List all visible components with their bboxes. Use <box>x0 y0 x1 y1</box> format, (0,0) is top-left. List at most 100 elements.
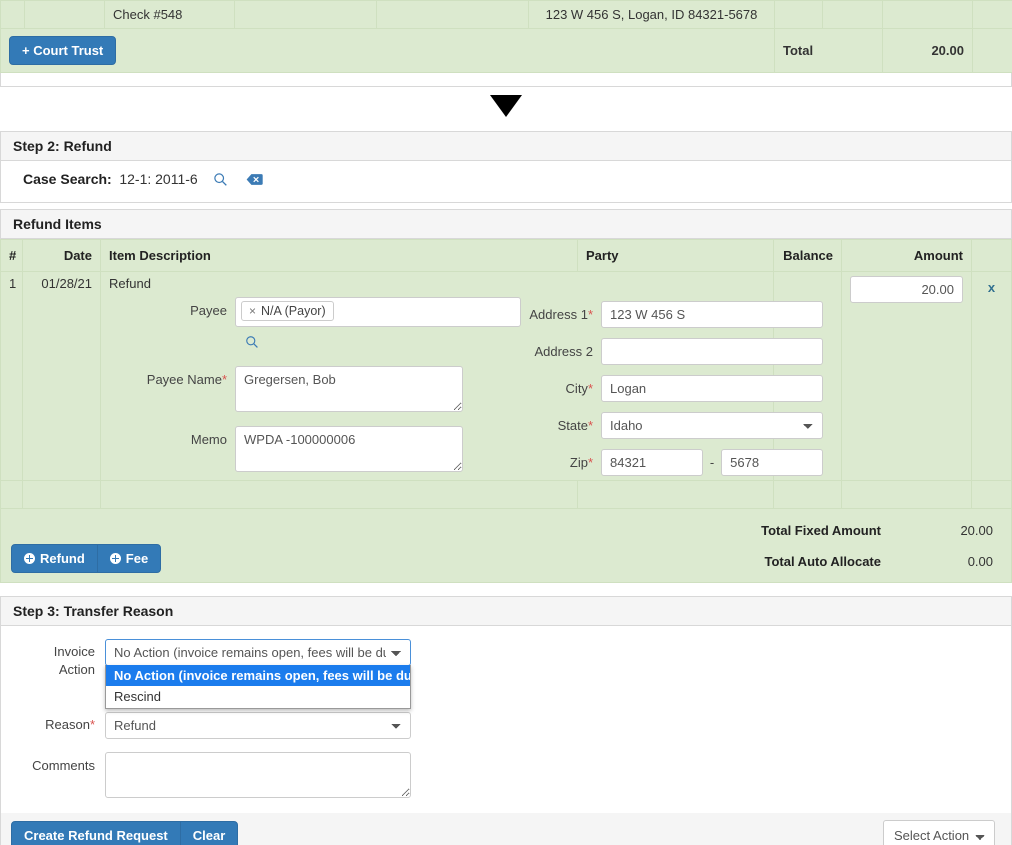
backspace-clear-icon[interactable] <box>246 173 263 189</box>
invoice-action-select[interactable]: No Action (invoice remains open, fees wi… <box>105 638 411 666</box>
blank-cell-7 <box>971 479 1012 509</box>
row-description: Refund <box>109 275 151 291</box>
column-header-date: Date <box>22 238 101 272</box>
payee-name-field[interactable]: Gregersen, Bob <box>235 365 463 412</box>
payee-name-label: Payee Name* <box>146 371 227 387</box>
total-fixed-amount-label: Total Fixed Amount <box>761 522 881 538</box>
column-header-amount: Amount <box>841 238 972 272</box>
clear-button[interactable]: Clear <box>179 821 239 845</box>
address1-field[interactable] <box>601 300 823 328</box>
transfer-reason-form: Invoice Action No Action (invoice remain… <box>1 636 1011 802</box>
row-remove-cell: x <box>971 270 1012 481</box>
cell-empty-1 <box>0 0 25 29</box>
comments-label: Comments <box>32 758 95 774</box>
total-fixed-amount-value: 20.00 <box>960 522 993 538</box>
cell-check-number: Check #548 <box>104 0 235 29</box>
payee-label: Payee <box>190 302 227 318</box>
state-select[interactable]: Idaho <box>601 411 823 439</box>
refund-items-panel: Refund Items <box>0 208 1012 239</box>
dropdown-option-no-action[interactable]: No Action (invoice remains open, fees wi… <box>106 664 410 687</box>
total-auto-allocate-value: 0.00 <box>967 553 993 569</box>
total-label: Total <box>774 28 883 73</box>
payee-field-wrap: × N/A (Payor) <box>235 296 521 352</box>
panel-bottom-strip <box>0 73 1012 87</box>
add-fee-button[interactable]: Fee <box>96 543 162 573</box>
address2-field[interactable] <box>601 337 823 365</box>
add-court-trust-button[interactable]: + Court Trust <box>9 36 117 65</box>
memo-field[interactable]: WPDA -100000006 <box>235 425 463 472</box>
zip-label: Zip* <box>569 454 593 470</box>
cell-empty-2 <box>24 0 105 29</box>
cell-empty-7 <box>882 0 973 29</box>
table-header-row: # Date Item Description Party Balance Am… <box>0 238 1012 272</box>
remove-row-button[interactable]: x <box>980 276 1003 295</box>
cell-empty-8 <box>972 0 1012 29</box>
payee-token-input[interactable]: × N/A (Payor) <box>235 296 521 327</box>
select-action-wrap: Select Action <box>883 820 995 845</box>
case-search-label: Case Search: <box>23 171 112 187</box>
magnifier-icon[interactable] <box>213 172 228 190</box>
invoice-action-dropdown-list[interactable]: No Action (invoice remains open, fees wi… <box>105 664 411 709</box>
required-marker: * <box>587 306 593 322</box>
required-marker: * <box>587 380 593 396</box>
cell-court-trust-action: + Court Trust <box>0 28 775 73</box>
refund-items-table: # Date Item Description Party Balance Am… <box>0 238 1012 509</box>
plus-circle-icon <box>109 552 121 564</box>
row-date: 01/28/21 <box>22 270 101 481</box>
cell-empty-9 <box>972 28 1012 73</box>
cell-address: 123 W 456 S, Logan, ID 84321-5678 <box>528 0 775 29</box>
blank-cell-2 <box>22 479 101 509</box>
blank-cell-3 <box>100 479 578 509</box>
refund-items-title: Refund Items <box>1 209 1011 239</box>
cell-empty-6 <box>822 0 883 29</box>
refund-request-page: Check #548 123 W 456 S, Logan, ID 84321-… <box>0 0 1012 845</box>
table-row: 1 01/28/21 Refund Payee × N/A (Payor) Pa… <box>0 270 1012 481</box>
city-field[interactable] <box>601 374 823 402</box>
arrow-down-icon <box>490 95 522 117</box>
required-marker: * <box>89 717 95 733</box>
column-header-description: Item Description <box>100 238 578 272</box>
comments-field-wrap <box>105 739 411 801</box>
column-header-party: Party <box>577 238 774 272</box>
payee-token[interactable]: × N/A (Payor) <box>241 300 334 321</box>
zip-extension-field[interactable] <box>721 448 823 476</box>
add-refund-button[interactable]: Refund <box>11 543 98 573</box>
add-item-button-group: Refund Fee <box>11 543 162 573</box>
create-refund-request-button[interactable]: Create Refund Request <box>11 821 181 845</box>
table-row-total: + Court Trust Total 20.00 <box>0 28 1012 73</box>
blank-cell-6 <box>841 479 972 509</box>
cell-empty-4 <box>376 0 529 29</box>
cell-empty-5 <box>774 0 823 29</box>
invoice-action-field: No Action (invoice remains open, fees wi… <box>105 636 411 709</box>
step2-panel: Step 2: Refund Case Search: 12-1: 2011-6 <box>0 131 1012 203</box>
required-marker: * <box>587 417 593 433</box>
step3-panel: Step 3: Transfer Reason Invoice Action N… <box>0 595 1012 814</box>
payee-search-magnifier-icon[interactable] <box>245 335 259 352</box>
totals-bar: Total Fixed Amount 20.00 Total Auto Allo… <box>0 508 1012 583</box>
required-marker: * <box>221 371 227 387</box>
zip-separator: - <box>709 454 715 470</box>
total-value: 20.00 <box>882 28 973 73</box>
invoice-action-label: Invoice Action <box>53 643 95 678</box>
step3-body: Invoice Action No Action (invoice remain… <box>1 625 1011 814</box>
blank-cell-4 <box>577 479 774 509</box>
reason-select[interactable]: Refund <box>105 712 411 740</box>
column-header-remove <box>971 238 1012 272</box>
required-marker: * <box>587 454 593 470</box>
amount-field[interactable] <box>850 275 963 303</box>
footer-button-group: Create Refund Request Clear <box>11 821 239 845</box>
zip-field[interactable] <box>601 448 703 476</box>
blank-cell-5 <box>773 479 842 509</box>
address1-label: Address 1* <box>529 306 593 322</box>
dropdown-option-rescind[interactable]: Rescind <box>106 686 410 708</box>
comments-field[interactable] <box>105 752 411 799</box>
row-description-cell: Refund Payee × N/A (Payor) Payee Name* G… <box>100 270 823 481</box>
address2-label: Address 2 <box>534 343 593 359</box>
memo-label: Memo <box>190 431 227 447</box>
address-form: Address 1* Address 2 City* State* Idaho … <box>491 300 823 476</box>
payee-token-label: N/A (Payor) <box>261 303 326 318</box>
select-action-dropdown[interactable]: Select Action <box>883 820 995 845</box>
case-search-value: 12-1: 2011-6 <box>119 171 198 187</box>
remove-token-icon[interactable]: × <box>249 304 256 318</box>
state-label: State* <box>557 417 593 433</box>
